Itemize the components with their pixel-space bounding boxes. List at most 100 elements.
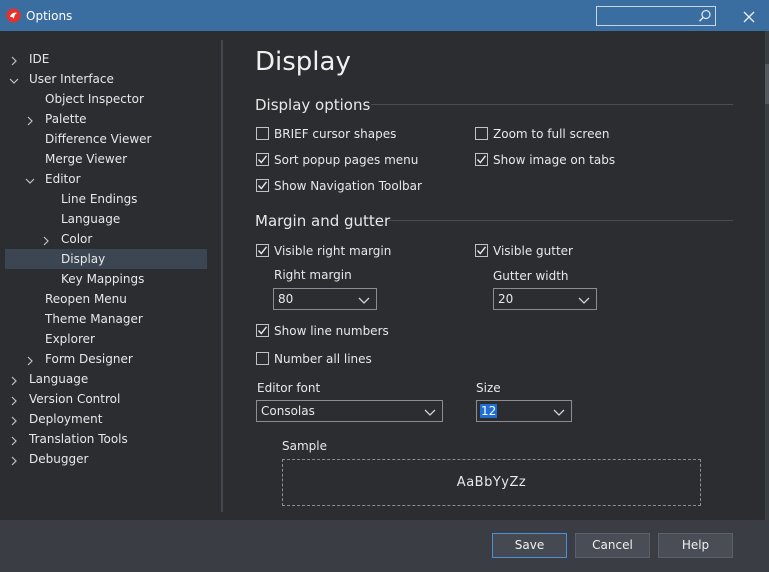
tree-item-label: Reopen Menu (45, 292, 127, 306)
checkbox-label: Visible right margin (274, 244, 392, 258)
font-size-select[interactable]: 12 (476, 400, 572, 422)
page-title: Display (255, 47, 351, 77)
title-bar: Options (0, 0, 769, 31)
tree-item[interactable]: Editor (5, 169, 207, 189)
chevron-down-icon (578, 294, 590, 304)
checkbox-label: Number all lines (274, 352, 372, 366)
sample-label: Sample (282, 439, 327, 453)
tree-item[interactable]: Reopen Menu (5, 289, 207, 309)
select-value: Consolas (261, 404, 315, 418)
checkbox-box (256, 179, 269, 192)
tree-item-label: IDE (29, 52, 50, 66)
tree-item-label: Color (61, 232, 93, 246)
checkbox-box (256, 324, 269, 337)
tree-item-label: Deployment (29, 412, 103, 426)
select-value: 80 (278, 292, 294, 306)
tree-item[interactable]: Deployment (5, 409, 207, 429)
chevron-right-icon[interactable] (40, 233, 52, 246)
tree-item-label: Language (29, 372, 89, 386)
app-logo-icon (6, 8, 21, 23)
scrollbar-thumb[interactable] (765, 64, 769, 104)
checkbox-box (475, 153, 488, 166)
sample-text: AaBbYyZz (456, 475, 527, 490)
size-label: Size (476, 381, 501, 395)
tree-item[interactable]: Version Control (5, 389, 207, 409)
right-margin-label: Right margin (274, 268, 352, 282)
checkmark-icon (476, 246, 487, 255)
tree-item-label: User Interface (29, 72, 114, 86)
section-display-options: Display options (255, 96, 371, 114)
chevron-right-icon[interactable] (8, 373, 20, 386)
chevron-right-icon[interactable] (8, 53, 20, 66)
tree-item-label: Merge Viewer (45, 152, 128, 166)
chevron-right-icon[interactable] (8, 433, 20, 446)
tree-item[interactable]: Language (5, 209, 207, 229)
checkbox-box (256, 153, 269, 166)
tree-item-label: Key Mappings (61, 272, 145, 286)
checkbox-box (256, 127, 269, 140)
checkbox-label: Zoom to full screen (493, 127, 610, 141)
checkmark-icon (257, 246, 268, 255)
tree-item[interactable]: Line Endings (5, 189, 207, 209)
checkbox-label: Show image on tabs (493, 153, 616, 167)
checkbox-label: Visible gutter (493, 244, 573, 258)
gutter-width-select[interactable]: 20 (493, 288, 597, 310)
tree-item[interactable]: Debugger (5, 449, 207, 469)
tree-item-label: Theme Manager (45, 312, 143, 326)
right-margin-select[interactable]: 80 (273, 288, 377, 310)
sample-preview: AaBbYyZz (282, 459, 701, 506)
splitter[interactable] (221, 40, 223, 512)
window-title: Options (26, 9, 73, 23)
editor-font-label: Editor font (257, 381, 321, 395)
tree-item[interactable]: Explorer (5, 329, 207, 349)
tree-item-label: Form Designer (45, 352, 133, 366)
tree-item-label: Version Control (29, 392, 121, 406)
checkmark-icon (257, 326, 268, 335)
chevron-right-icon[interactable] (8, 413, 20, 426)
chevron-down-icon[interactable] (24, 173, 36, 185)
checkbox-box (475, 244, 488, 257)
chevron-right-icon[interactable] (24, 113, 36, 126)
checkbox-box (256, 352, 269, 365)
tree-item[interactable]: Merge Viewer (5, 149, 207, 169)
tree-item-label: Explorer (45, 332, 95, 346)
editor-font-select[interactable]: Consolas (256, 400, 443, 422)
tree-item[interactable]: Key Mappings (5, 269, 207, 289)
tree-item[interactable]: Form Designer (5, 349, 207, 369)
search-input[interactable] (596, 6, 716, 26)
tree-item[interactable]: Color (5, 229, 207, 249)
save-button[interactable]: Save (492, 533, 567, 558)
chevron-right-icon[interactable] (8, 453, 20, 466)
tree-item[interactable]: User Interface (5, 69, 207, 89)
chevron-right-icon[interactable] (24, 353, 36, 366)
tree-item[interactable]: IDE (5, 49, 207, 69)
checkbox-box (475, 127, 488, 140)
tree-item-label: Language (61, 212, 121, 226)
checkbox-label: Sort popup pages menu (274, 153, 419, 167)
options-tree: IDE User Interface Object Inspector Palette… (0, 31, 220, 520)
tree-item[interactable]: Difference Viewer (5, 129, 207, 149)
help-button[interactable]: Help (658, 533, 733, 558)
chevron-right-icon[interactable] (8, 393, 20, 406)
search-icon (698, 9, 712, 23)
tree-item-label: Editor (45, 172, 81, 186)
tree-item[interactable]: Palette (5, 109, 207, 129)
tree-item[interactable]: Display (5, 249, 207, 269)
tree-item-label: Translation Tools (29, 432, 128, 446)
chevron-down-icon (358, 294, 370, 304)
section-divider (371, 104, 733, 105)
cancel-button[interactable]: Cancel (575, 533, 650, 558)
checkmark-icon (257, 181, 268, 190)
tree-item[interactable]: Object Inspector (5, 89, 207, 109)
scrollbar-track[interactable] (765, 31, 769, 520)
checkbox-label: Show line numbers (274, 324, 389, 338)
tree-item-label: Difference Viewer (45, 132, 152, 146)
tree-item[interactable]: Translation Tools (5, 429, 207, 449)
gutter-width-label: Gutter width (493, 269, 569, 283)
tree-item-label: Line Endings (61, 192, 138, 206)
tree-item[interactable]: Theme Manager (5, 309, 207, 329)
tree-item[interactable]: Language (5, 369, 207, 389)
checkbox-box (256, 244, 269, 257)
chevron-down-icon[interactable] (8, 73, 20, 85)
close-icon[interactable] (741, 9, 757, 25)
